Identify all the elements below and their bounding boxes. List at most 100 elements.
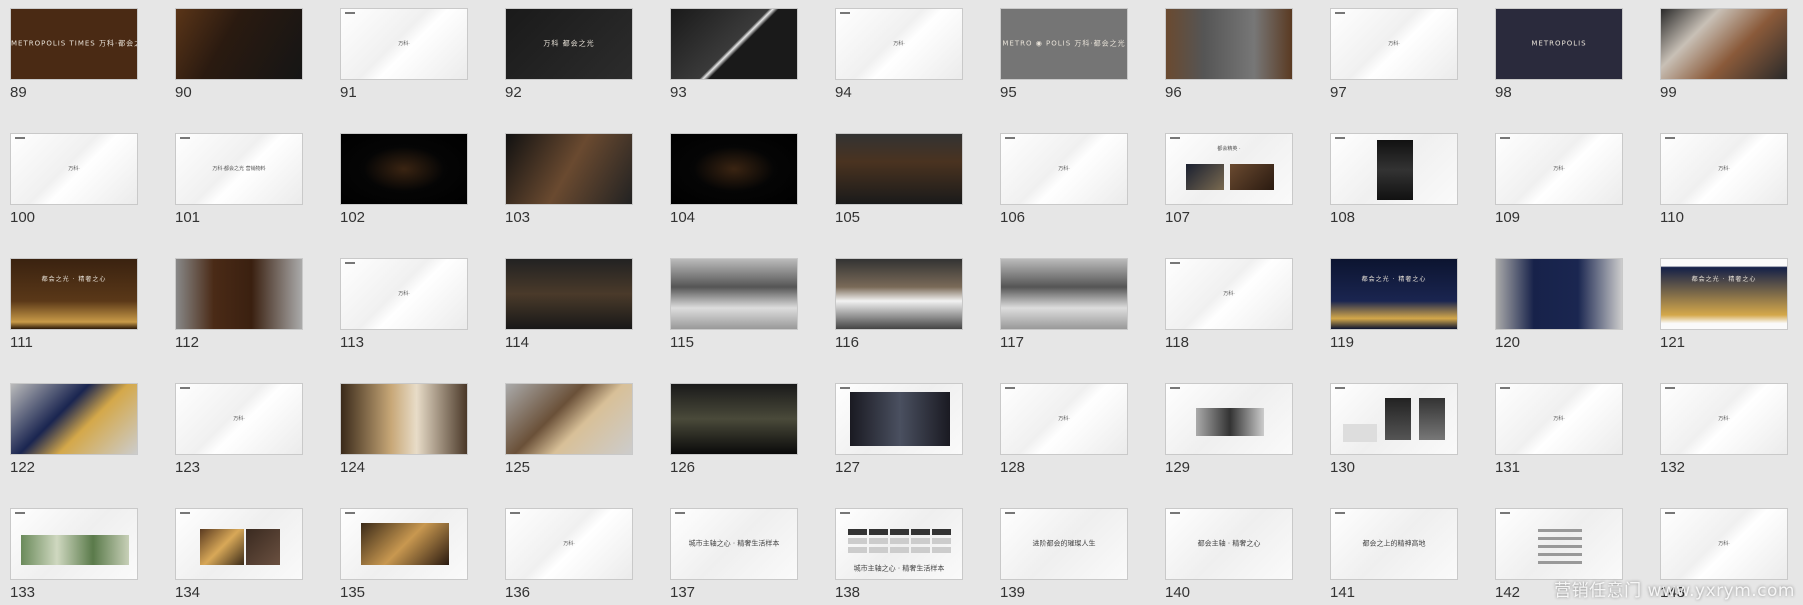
slide-102[interactable]: 102 <box>340 133 468 233</box>
slide-141[interactable]: 都会之上的精神高地 141 <box>1330 508 1458 605</box>
slide-thumbnail[interactable]: 万科· <box>505 508 633 580</box>
slide-thumbnail[interactable] <box>670 383 798 455</box>
slide-thumbnail[interactable] <box>670 133 798 205</box>
slide-thumbnail[interactable]: 进阶都会的璀璨人生 <box>1000 508 1128 580</box>
slide-thumbnail[interactable] <box>835 383 963 455</box>
slide-thumbnail[interactable]: METROPOLIS TIMES 万科·都会之光 <box>10 8 138 80</box>
slide-thumbnail[interactable]: 万科· <box>1330 8 1458 80</box>
slide-thumbnail[interactable] <box>175 508 303 580</box>
slide-thumbnail[interactable]: 万科· <box>1495 133 1623 205</box>
slide-thumbnail[interactable]: 万科· <box>175 383 303 455</box>
slide-92[interactable]: 万科 都会之光 92 <box>505 8 633 108</box>
slide-thumbnail[interactable]: 万科· <box>1495 383 1623 455</box>
slide-thumbnail[interactable] <box>505 258 633 330</box>
slide-134[interactable]: 134 <box>175 508 303 605</box>
slide-thumbnail[interactable] <box>340 133 468 205</box>
slide-89[interactable]: METROPOLIS TIMES 万科·都会之光 89 <box>10 8 138 108</box>
slide-103[interactable]: 103 <box>505 133 633 233</box>
slide-126[interactable]: 126 <box>670 383 798 483</box>
slide-thumbnail[interactable]: 万科· <box>1000 133 1128 205</box>
slide-96[interactable]: 96 <box>1165 8 1293 108</box>
slide-thumbnail[interactable] <box>10 508 138 580</box>
slide-114[interactable]: 114 <box>505 258 633 358</box>
slide-106[interactable]: 万科· 106 <box>1000 133 1128 233</box>
slide-thumbnail[interactable]: 都会之上的精神高地 <box>1330 508 1458 580</box>
slide-98[interactable]: METROPOLIS 98 <box>1495 8 1623 108</box>
slide-110[interactable]: 万科· 110 <box>1660 133 1788 233</box>
slide-118[interactable]: 万科· 118 <box>1165 258 1293 358</box>
slide-thumbnail[interactable]: 都会之光 · 精奢之心 <box>1660 258 1788 330</box>
slide-122[interactable]: 122 <box>10 383 138 483</box>
slide-139[interactable]: 进阶都会的璀璨人生 139 <box>1000 508 1128 605</box>
slide-115[interactable]: 115 <box>670 258 798 358</box>
slide-105[interactable]: 105 <box>835 133 963 233</box>
slide-thumbnail[interactable] <box>10 383 138 455</box>
slide-123[interactable]: 万科· 123 <box>175 383 303 483</box>
slide-111[interactable]: 都会之光 · 精奢之心 111 <box>10 258 138 358</box>
slide-95[interactable]: METRO ◉ POLIS 万科·都会之光 95 <box>1000 8 1128 108</box>
slide-thumbnail[interactable]: 万科· <box>1660 383 1788 455</box>
slide-thumbnail[interactable] <box>1660 8 1788 80</box>
slide-131[interactable]: 万科· 131 <box>1495 383 1623 483</box>
slide-thumbnail[interactable] <box>1330 383 1458 455</box>
slide-125[interactable]: 125 <box>505 383 633 483</box>
slide-thumbnail[interactable]: METROPOLIS <box>1495 8 1623 80</box>
slide-99[interactable]: 99 <box>1660 8 1788 108</box>
slide-138[interactable]: 城市主轴之心 · 精奢生活样本 138 <box>835 508 963 605</box>
slide-thumbnail[interactable]: 万科· <box>340 8 468 80</box>
slide-thumbnail[interactable] <box>505 133 633 205</box>
slide-thumbnail[interactable] <box>1165 8 1293 80</box>
slide-127[interactable]: 127 <box>835 383 963 483</box>
slide-101[interactable]: 万科·都会之光 营销物料 101 <box>175 133 303 233</box>
slide-thumbnail[interactable]: 万科· <box>1660 508 1788 580</box>
slide-thumbnail[interactable]: 都会主轴 · 精奢之心 <box>1165 508 1293 580</box>
slide-thumbnail[interactable] <box>340 508 468 580</box>
slide-94[interactable]: 万科· 94 <box>835 8 963 108</box>
slide-121[interactable]: 都会之光 · 精奢之心 121 <box>1660 258 1788 358</box>
slide-117[interactable]: 117 <box>1000 258 1128 358</box>
slide-97[interactable]: 万科· 97 <box>1330 8 1458 108</box>
slide-137[interactable]: 城市主轴之心 · 精奢生活样本 137 <box>670 508 798 605</box>
slide-124[interactable]: 124 <box>340 383 468 483</box>
slide-100[interactable]: 万科· 100 <box>10 133 138 233</box>
slide-thumbnail[interactable] <box>670 258 798 330</box>
slide-136[interactable]: 万科· 136 <box>505 508 633 605</box>
slide-109[interactable]: 万科· 109 <box>1495 133 1623 233</box>
slide-thumbnail[interactable]: 万科· <box>340 258 468 330</box>
slide-thumbnail[interactable] <box>835 133 963 205</box>
slide-140[interactable]: 都会主轴 · 精奢之心 140 <box>1165 508 1293 605</box>
slide-112[interactable]: 112 <box>175 258 303 358</box>
slide-132[interactable]: 万科· 132 <box>1660 383 1788 483</box>
slide-thumbnail[interactable]: 都会之光 · 精奢之心 <box>1330 258 1458 330</box>
slide-thumbnail[interactable] <box>505 383 633 455</box>
slide-thumbnail[interactable] <box>670 8 798 80</box>
slide-135[interactable]: 135 <box>340 508 468 605</box>
slide-thumbnail[interactable] <box>1000 258 1128 330</box>
slide-104[interactable]: 104 <box>670 133 798 233</box>
slide-thumbnail[interactable]: 城市主轴之心 · 精奢生活样本 <box>835 508 963 580</box>
slide-128[interactable]: 万科· 128 <box>1000 383 1128 483</box>
slide-129[interactable]: 129 <box>1165 383 1293 483</box>
slide-119[interactable]: 都会之光 · 精奢之心 119 <box>1330 258 1458 358</box>
slide-thumbnail[interactable]: 都会之光 · 精奢之心 <box>10 258 138 330</box>
slide-108[interactable]: 108 <box>1330 133 1458 233</box>
slide-113[interactable]: 万科· 113 <box>340 258 468 358</box>
slide-thumbnail[interactable] <box>1165 383 1293 455</box>
slide-133[interactable]: 133 <box>10 508 138 605</box>
slide-116[interactable]: 116 <box>835 258 963 358</box>
slide-thumbnail[interactable] <box>340 383 468 455</box>
slide-thumbnail[interactable] <box>1330 133 1458 205</box>
slide-107[interactable]: 都会精英 · 107 <box>1165 133 1293 233</box>
slide-thumbnail[interactable]: 万科·都会之光 营销物料 <box>175 133 303 205</box>
slide-thumbnail[interactable] <box>835 258 963 330</box>
slide-90[interactable]: 90 <box>175 8 303 108</box>
slide-thumbnail[interactable]: 万科· <box>10 133 138 205</box>
slide-120[interactable]: 120 <box>1495 258 1623 358</box>
slide-thumbnail[interactable]: 万科· <box>835 8 963 80</box>
slide-thumbnail[interactable]: METRO ◉ POLIS 万科·都会之光 <box>1000 8 1128 80</box>
slide-93[interactable]: 93 <box>670 8 798 108</box>
slide-thumbnail[interactable]: 万科· <box>1660 133 1788 205</box>
slide-91[interactable]: 万科· 91 <box>340 8 468 108</box>
slide-thumbnail[interactable] <box>1495 258 1623 330</box>
slide-thumbnail[interactable] <box>175 8 303 80</box>
